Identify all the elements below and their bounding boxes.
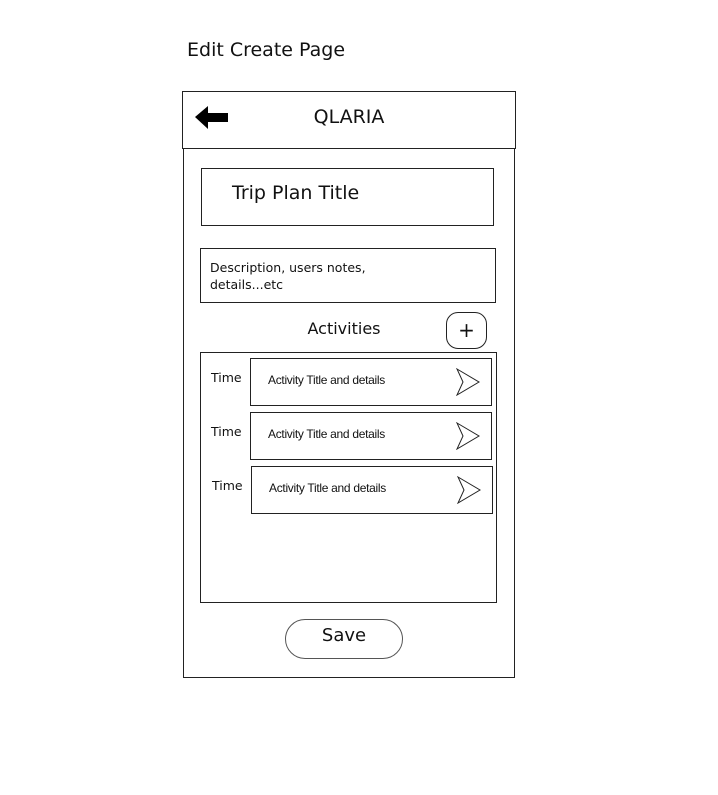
activity-time: Time	[211, 370, 242, 385]
description-input[interactable]: Description, users notes, details...etc	[200, 248, 496, 303]
activities-heading: Activities	[307, 319, 381, 338]
activity-title: Activity Title and details	[268, 373, 385, 387]
page-title: Edit Create Page	[187, 39, 346, 61]
save-button[interactable]: Save	[285, 619, 403, 659]
activity-title: Activity Title and details	[268, 427, 385, 441]
description-line: Description, users notes,	[210, 260, 366, 275]
activity-item[interactable]: Activity Title and details	[250, 358, 492, 406]
activity-title: Activity Title and details	[269, 481, 386, 495]
activity-item[interactable]: Activity Title and details	[251, 466, 493, 514]
add-activity-button[interactable]: +	[446, 312, 487, 349]
activity-item[interactable]: Activity Title and details	[250, 412, 492, 460]
app-title: QLARIA	[313, 106, 385, 128]
activity-time: Time	[212, 478, 243, 493]
send-arrow-icon[interactable]	[456, 422, 480, 450]
send-arrow-icon[interactable]	[457, 476, 481, 504]
trip-title-input[interactable]: Trip Plan Title	[201, 168, 494, 226]
send-arrow-icon[interactable]	[456, 368, 480, 396]
activity-time: Time	[211, 424, 242, 439]
description-line: details...etc	[210, 277, 284, 292]
